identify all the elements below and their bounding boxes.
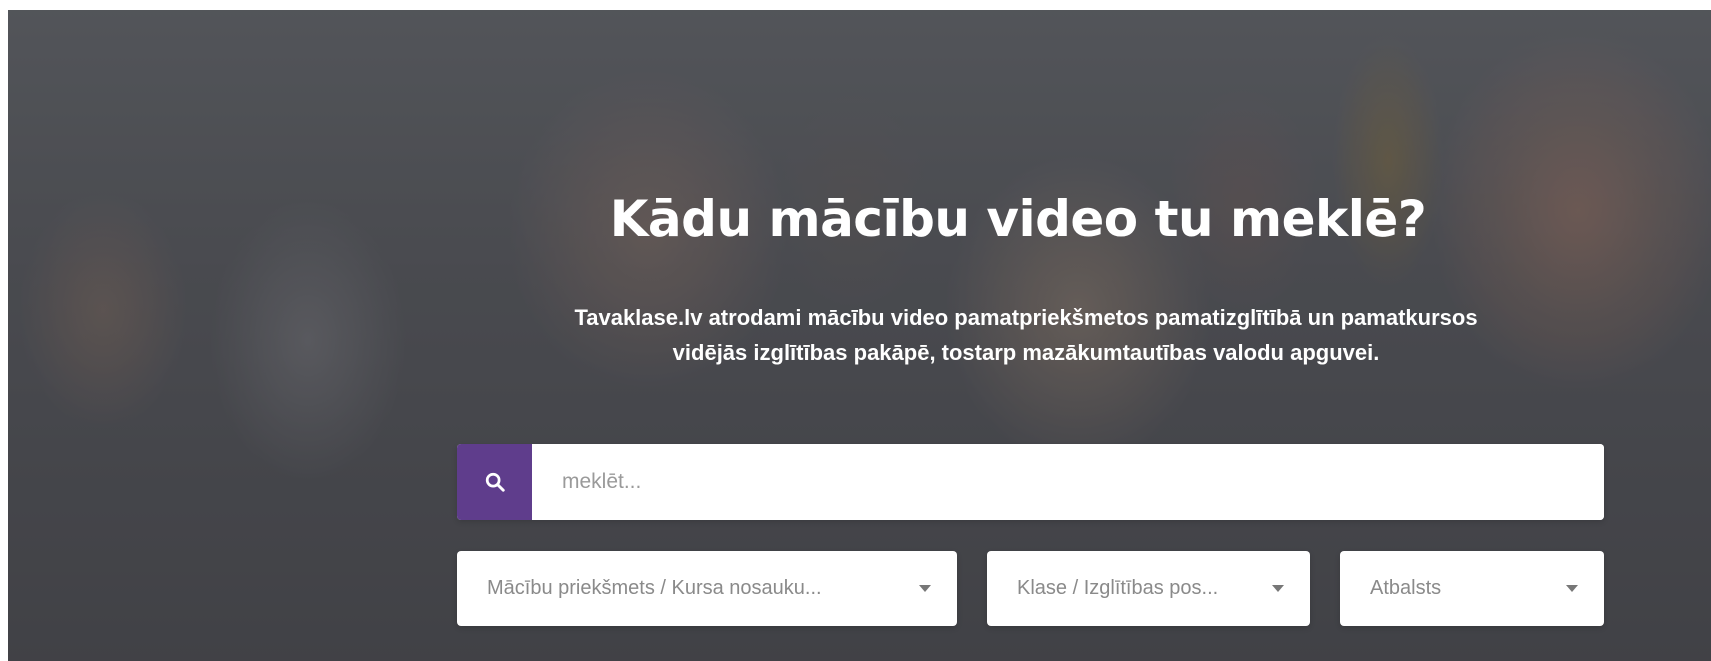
chevron-down-icon <box>919 585 931 592</box>
search-bar <box>457 444 1604 520</box>
subject-select[interactable]: Mācību priekšmets / Kursa nosauku... <box>457 551 957 626</box>
support-select[interactable]: Atbalsts <box>1340 551 1604 626</box>
chevron-down-icon <box>1272 585 1284 592</box>
search-icon <box>485 472 505 492</box>
search-button[interactable] <box>457 444 532 520</box>
subject-select-label: Mācību priekšmets / Kursa nosauku... <box>487 577 822 599</box>
hero-subtitle-line-2: vidējās izglītības pakāpē, tostarp mazāk… <box>672 340 1380 365</box>
hero-subtitle-line-1: Tavaklase.lv atrodami mācību video pamat… <box>574 305 1478 330</box>
hero-subtitle: Tavaklase.lv atrodami mācību video pamat… <box>420 300 1632 370</box>
class-select[interactable]: Klase / Izglītības pos... <box>987 551 1310 626</box>
chevron-down-icon <box>1566 585 1578 592</box>
support-select-label: Atbalsts <box>1370 577 1442 599</box>
class-select-label: Klase / Izglītības pos... <box>1017 577 1219 599</box>
hero-title: Kādu mācību video tu meklē? <box>609 190 1427 248</box>
search-input[interactable] <box>532 444 1604 520</box>
